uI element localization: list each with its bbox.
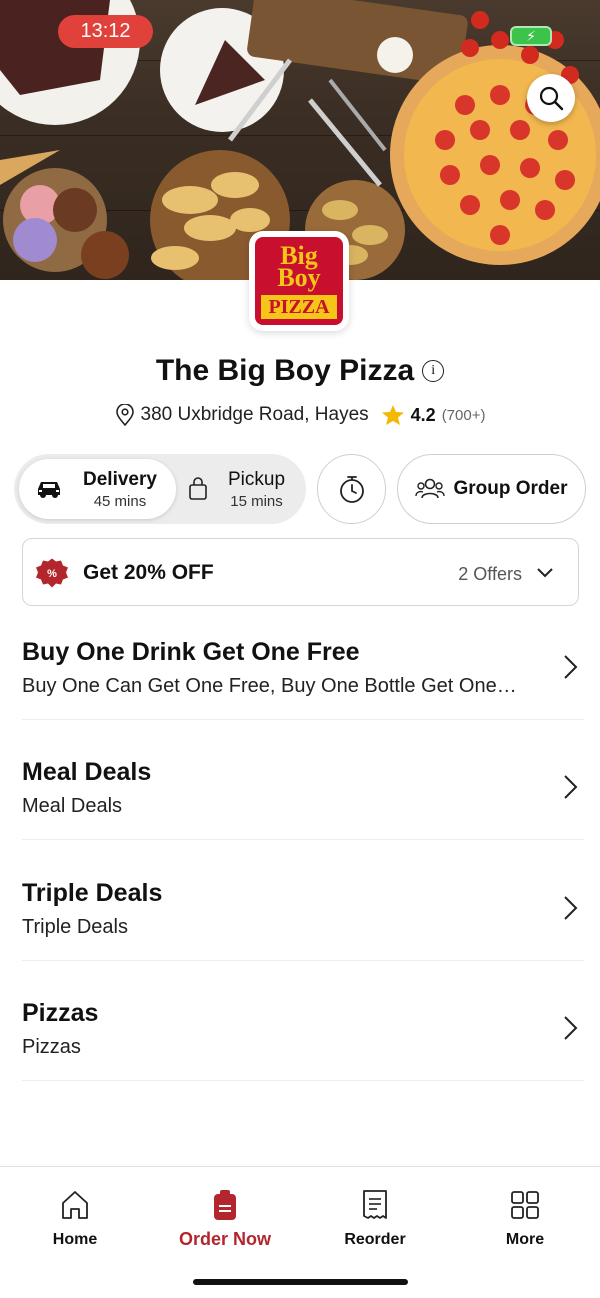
receipt-icon: [363, 1190, 387, 1219]
timer-icon: [339, 476, 364, 503]
grid-menu-icon: [511, 1191, 539, 1219]
logo-text-bottom: PIZZA: [261, 295, 337, 319]
home-indicator[interactable]: [193, 1279, 408, 1285]
group-order-label: Group Order: [453, 478, 568, 499]
chevron-right-icon: [564, 655, 578, 679]
restaurant-logo: Big Boy PIZZA: [249, 231, 349, 331]
rating-value: 4.2: [410, 404, 436, 425]
offers-banner[interactable]: % Get 20% OFF 2 Offers: [22, 538, 579, 606]
nav-order-now-label: Order Now: [178, 1229, 271, 1249]
nav-reorder[interactable]: Reorder: [315, 1189, 435, 1249]
discount-badge-icon: %: [36, 558, 68, 588]
nav-reorder-label: Reorder: [344, 1231, 406, 1248]
category-item[interactable]: Buy One Drink Get One Free Buy One Can G…: [22, 600, 584, 720]
home-icon: [62, 1191, 88, 1219]
category-item[interactable]: Pizzas Pizzas: [22, 961, 584, 1081]
car-icon: [38, 482, 60, 498]
category-subtitle: Meal Deals: [22, 795, 123, 817]
search-icon: [539, 86, 564, 111]
category-item[interactable]: Meal Deals Meal Deals: [22, 720, 584, 840]
battery-charging-icon: ⚡: [510, 26, 552, 46]
restaurant-name: The Big Boy Pizza: [155, 354, 415, 387]
category-item[interactable]: Triple Deals Triple Deals: [22, 841, 584, 961]
category-title: Triple Deals: [22, 879, 163, 907]
nav-more-label: More: [505, 1231, 545, 1248]
offer-count: 2 Offers: [458, 564, 522, 584]
order-bag-icon: [214, 1190, 236, 1220]
delivery-option[interactable]: Delivery 45 mins: [19, 459, 176, 519]
nav-order-now[interactable]: Order Now: [165, 1189, 285, 1250]
offer-title: Get 20% OFF: [83, 561, 214, 584]
category-title: Buy One Drink Get One Free: [22, 638, 360, 666]
pickup-label: Pickup: [228, 468, 286, 490]
nav-more[interactable]: More: [465, 1189, 585, 1249]
schedule-button[interactable]: [317, 454, 386, 524]
chevron-right-icon: [564, 775, 578, 799]
restaurant-address: 380 Uxbridge Road, Hayes: [140, 404, 369, 425]
restaurant-header: The Big Boy Pizza i: [0, 350, 600, 392]
category-subtitle: Buy One Can Get One Free, Buy One Bottle…: [22, 675, 522, 697]
search-button[interactable]: [527, 74, 575, 122]
rating-count: (700+): [441, 406, 486, 424]
delivery-label: Delivery: [83, 468, 157, 490]
category-subtitle: Triple Deals: [22, 916, 128, 938]
pickup-option[interactable]: Pickup 15 mins: [182, 459, 302, 519]
chevron-down-icon: [537, 568, 553, 578]
status-time: 13:12: [58, 15, 153, 48]
group-people-icon: [415, 478, 446, 499]
category-title: Pizzas: [22, 999, 99, 1027]
star-icon: [381, 405, 404, 425]
category-subtitle: Pizzas: [22, 1036, 81, 1058]
svg-text:%: %: [47, 568, 57, 580]
category-title: Meal Deals: [22, 758, 152, 786]
chevron-right-icon: [564, 896, 578, 920]
pickup-time: 15 mins: [230, 492, 283, 510]
location-pin-icon: [115, 404, 134, 426]
info-icon[interactable]: i: [422, 360, 445, 382]
chevron-right-icon: [564, 1016, 578, 1040]
nav-home[interactable]: Home: [15, 1189, 135, 1249]
group-order-button[interactable]: Group Order: [397, 454, 586, 524]
logo-text-top: Big Boy: [277, 241, 321, 292]
order-mode-toggle: Delivery 45 mins Pickup 15 mins: [14, 454, 306, 524]
delivery-time: 45 mins: [93, 492, 147, 510]
address-row: 380 Uxbridge Road, Hayes 4.2 (700+): [0, 401, 600, 429]
shopping-bag-icon: [189, 477, 207, 500]
nav-home-label: Home: [52, 1231, 98, 1248]
